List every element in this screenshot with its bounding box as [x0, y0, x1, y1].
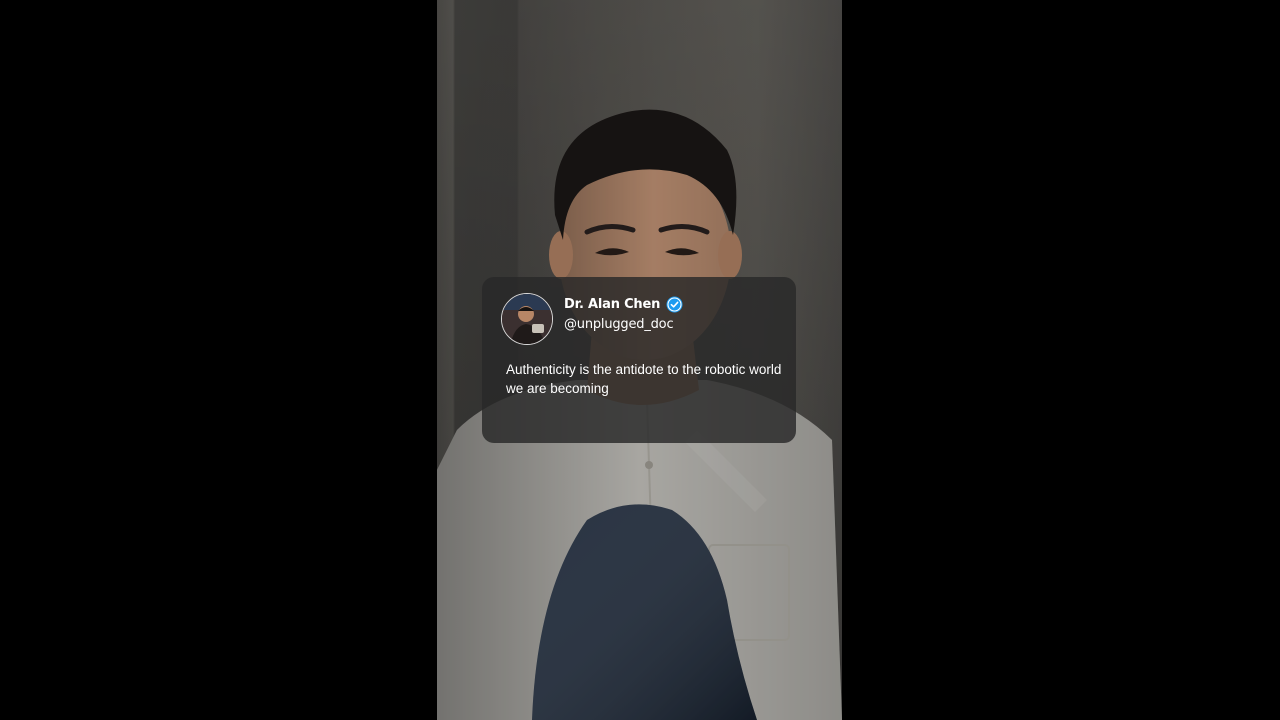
name-row: Dr. Alan Chen: [564, 296, 683, 313]
user-handle[interactable]: @unplugged_doc: [564, 317, 674, 332]
quote-post-card: Dr. Alan Chen @unplugged_doc Authenticit…: [482, 277, 796, 443]
verified-check-icon: [666, 296, 683, 313]
video-frame[interactable]: Dr. Alan Chen @unplugged_doc Authenticit…: [437, 0, 842, 720]
display-name[interactable]: Dr. Alan Chen: [564, 297, 660, 312]
post-text: Authenticity is the antidote to the robo…: [506, 362, 782, 396]
avatar-image: [502, 294, 552, 344]
avatar[interactable]: [501, 293, 553, 345]
video-stage: Dr. Alan Chen @unplugged_doc Authenticit…: [0, 0, 1280, 720]
